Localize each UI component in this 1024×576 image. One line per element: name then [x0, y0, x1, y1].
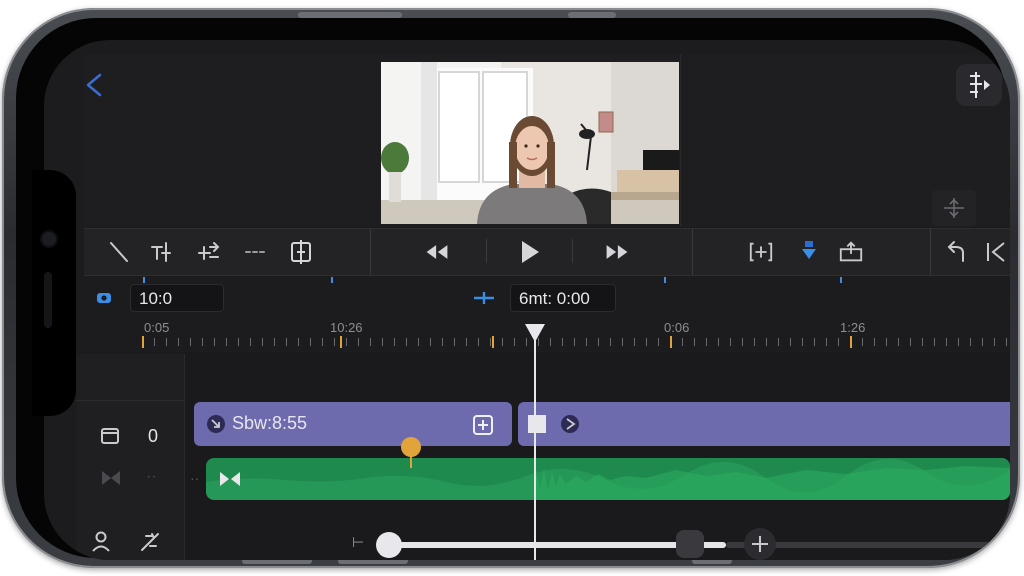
ruler-label: 0:05 — [144, 320, 170, 335]
clip-label: Sbw:8:55 — [232, 413, 308, 433]
timeline-marker — [331, 277, 333, 283]
speed-icon — [207, 415, 225, 433]
timeline-tracks — [84, 352, 1010, 560]
add-clip-icon[interactable] — [472, 414, 494, 436]
timeline-marker — [143, 277, 145, 283]
audio-clip-icon — [220, 472, 240, 486]
ruler-major-tick — [492, 336, 494, 348]
ruler-major-tick — [850, 336, 852, 348]
toolbar-divider — [572, 239, 573, 263]
toolbar-divider — [370, 229, 371, 275]
bezel: 10:0 6mt: 0:00 0:05 10:26 0:06 1:26 0 ··… — [16, 18, 1010, 560]
dotted-guide-icon[interactable] — [242, 239, 268, 265]
transition-icon[interactable] — [526, 414, 548, 434]
zoom-out-icon[interactable]: ⊢ — [352, 534, 364, 551]
phone-frame: 10:0 6mt: 0:00 0:05 10:26 0:06 1:26 0 ··… — [2, 8, 1020, 568]
video-track-icon[interactable] — [100, 426, 120, 446]
ruler-major-tick — [340, 336, 342, 348]
skip-start-icon[interactable] — [984, 239, 1010, 265]
zoom-in-button[interactable] — [744, 528, 776, 560]
ruler-label: 1:26 — [840, 320, 866, 335]
insert-clip-icon[interactable] — [748, 239, 774, 265]
ruler-label: 10:26 — [330, 320, 363, 335]
track-dots: ·· — [190, 470, 200, 486]
zoom-slider-track[interactable] — [386, 542, 726, 548]
effect-icon[interactable] — [560, 414, 580, 434]
toolbar-divider — [930, 229, 931, 275]
speaker — [44, 272, 52, 328]
crop-frame-icon[interactable] — [288, 239, 314, 265]
trim-move-icon[interactable] — [196, 239, 222, 265]
timeline-marker — [664, 277, 666, 283]
video-clip[interactable]: Sbw:8:55 — [194, 402, 512, 446]
zoom-slider-thumb[interactable] — [376, 532, 402, 558]
fullscreen-button[interactable] — [932, 190, 976, 226]
ruler-ticks — [142, 338, 1008, 346]
fast-forward-icon[interactable] — [604, 239, 630, 265]
timeline-ruler: 0:05 10:26 0:06 1:26 — [84, 316, 1010, 353]
edit-toolbar — [84, 228, 1010, 276]
expand-icon — [944, 198, 964, 218]
video-track-count: 0 — [148, 426, 159, 446]
magic-wand-icon[interactable] — [138, 530, 162, 554]
front-camera — [42, 232, 56, 246]
rewind-icon[interactable] — [424, 239, 450, 265]
play-icon[interactable] — [516, 239, 542, 265]
track-options-button[interactable] — [956, 64, 1002, 106]
undo-icon[interactable] — [944, 239, 970, 265]
current-time-field[interactable]: 10:0 — [130, 284, 224, 312]
track-header-panel: 0 ·· — [76, 354, 185, 560]
ruler-major-tick — [142, 336, 144, 348]
ruler-label: 0:06 — [664, 320, 690, 335]
app-screen: 10:0 6mt: 0:00 0:05 10:26 0:06 1:26 0 ··… — [44, 40, 1010, 560]
audio-track-icon[interactable] — [100, 468, 122, 488]
keyframe-marker-icon[interactable] — [400, 436, 422, 470]
timecode-row: 10:0 6mt: 0:00 — [84, 276, 1010, 316]
toolbar-divider — [486, 239, 487, 263]
notch-area — [32, 170, 76, 416]
video-clip[interactable] — [518, 402, 1010, 446]
audio-track-dots: ·· — [146, 468, 157, 485]
timeline-marker — [840, 277, 842, 283]
blade-tool-icon[interactable] — [106, 239, 132, 265]
person-icon[interactable] — [90, 530, 112, 552]
audio-clip[interactable] — [206, 458, 1010, 500]
plus-icon — [752, 536, 768, 552]
split-track-icon — [970, 72, 990, 98]
export-frame-icon[interactable] — [838, 239, 864, 265]
camera-lock-icon[interactable] — [96, 290, 112, 306]
chevron-left-icon[interactable] — [82, 72, 108, 98]
clip-duration-field[interactable]: 6mt: 0:00 — [510, 284, 616, 312]
marker-icon[interactable] — [796, 239, 822, 265]
video-preview-frame[interactable] — [381, 62, 679, 224]
preview-left-panel — [84, 54, 381, 226]
audio-waveform — [206, 458, 1010, 500]
add-marker-icon[interactable] — [472, 290, 496, 306]
toolbar-divider — [692, 229, 693, 275]
panel-divider — [76, 400, 184, 401]
playhead[interactable] — [534, 326, 536, 560]
trim-start-icon[interactable] — [148, 239, 174, 265]
zoom-handle[interactable] — [676, 530, 704, 558]
ruler-major-tick — [670, 336, 672, 348]
